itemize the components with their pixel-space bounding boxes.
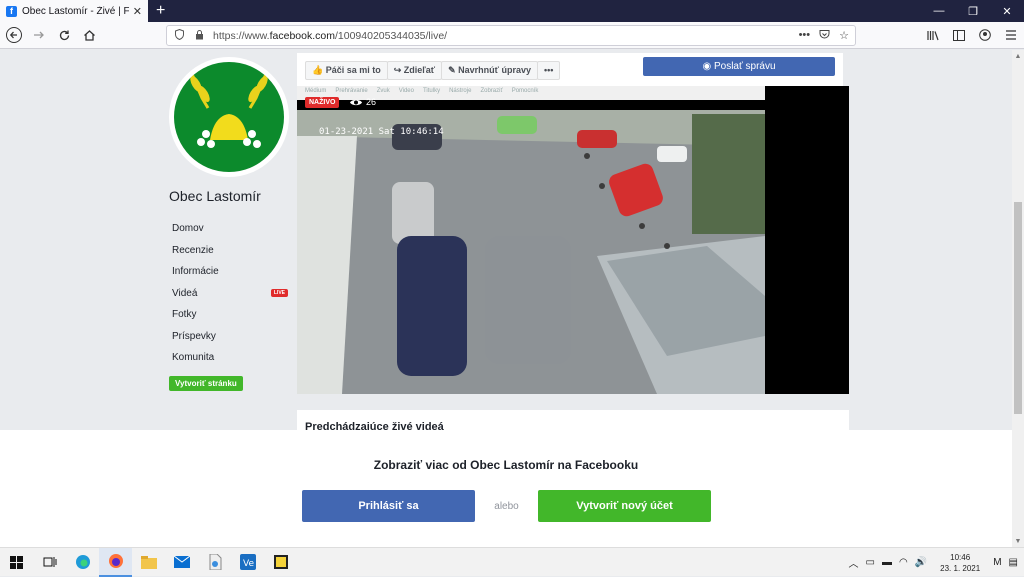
menu-item-pomocnik[interactable]: Pomocník: [512, 88, 539, 98]
tray-expand-icon[interactable]: ︿: [849, 555, 859, 570]
sidebar-icon[interactable]: [950, 25, 968, 45]
or-separator: alebo: [475, 490, 538, 522]
volume-icon[interactable]: 🔊: [915, 557, 927, 568]
scroll-down-icon[interactable]: ▼: [1012, 535, 1024, 547]
thumbs-up-icon: 👍: [312, 65, 326, 76]
live-badge: LIVE: [271, 289, 288, 297]
device-icon[interactable]: ▭: [866, 557, 875, 568]
menu-item-nastroje[interactable]: Nástroje: [449, 88, 471, 98]
edge-icon[interactable]: [66, 548, 99, 577]
gmail-tray-icon[interactable]: M: [993, 557, 1001, 568]
taskbar: Ve ︿ ▭ ▬ ◠ 🔊 10:46 23. 1. 2021 M ▤: [0, 547, 1024, 576]
account-icon[interactable]: [976, 25, 994, 45]
login-prompt-title: Zobraziť viac od Obec Lastomír na Facebo…: [0, 458, 1012, 472]
live-video-player[interactable]: Médium Prehrávanie Zvuk Video Titulky Ná…: [297, 86, 849, 394]
share-button[interactable]: ↪ Zdieľať: [387, 61, 442, 80]
lock-icon[interactable]: [191, 29, 207, 43]
library-icon[interactable]: [924, 25, 942, 45]
suggest-edits-button[interactable]: ✎ Navrhnúť úpravy: [441, 61, 538, 80]
reload-icon: [58, 29, 71, 42]
home-button[interactable]: [78, 24, 100, 46]
forward-arrow-icon: [32, 28, 46, 42]
pencil-icon: ✎: [448, 65, 458, 76]
sidebar-item-domov[interactable]: Domov: [172, 218, 288, 240]
back-arrow-icon: [6, 27, 22, 43]
menu-hamburger-icon[interactable]: [1002, 25, 1020, 45]
minimize-button[interactable]: —: [922, 0, 956, 22]
sidebar-item-recenzie[interactable]: Recenzie: [172, 240, 288, 262]
login-button[interactable]: Prihlásiť sa: [302, 490, 475, 522]
clock[interactable]: 10:46 23. 1. 2021: [940, 552, 980, 574]
firefox-icon[interactable]: [99, 548, 132, 577]
coat-of-arms-icon: [174, 62, 284, 172]
sticky-notes-icon[interactable]: [264, 548, 297, 577]
facebook-favicon-icon: f: [6, 6, 17, 17]
camera-timestamp: 01-23-2021 Sat 10:46:14: [319, 127, 444, 137]
like-button[interactable]: 👍 Páči sa mi to: [305, 61, 388, 80]
share-arrow-icon: ↪: [394, 65, 404, 76]
clock-time: 10:46: [950, 553, 970, 562]
task-view-icon[interactable]: [33, 548, 66, 577]
sidebar-item-informacie[interactable]: Informácie: [172, 261, 288, 283]
app-icon-ve[interactable]: Ve: [231, 548, 264, 577]
tab-bar: f Obec Lastomír - Živé | Facebook ✕ + — …: [0, 0, 1024, 22]
live-status-badge: NAŽIVO: [305, 97, 339, 108]
send-message-button[interactable]: ◉ Poslať správu: [643, 57, 835, 76]
svg-text:Ve: Ve: [243, 559, 254, 569]
clock-date: 23. 1. 2021: [940, 564, 980, 573]
menu-item-titulky[interactable]: Titulky: [423, 88, 440, 98]
address-bar[interactable]: https://www.facebook.com/100940205344035…: [166, 25, 856, 46]
back-button[interactable]: [3, 24, 25, 46]
tab-title: Obec Lastomír - Živé | Facebook: [22, 6, 129, 17]
create-page-button[interactable]: Vytvoriť stránku: [169, 376, 243, 391]
menu-item-video[interactable]: Video: [399, 88, 414, 98]
page-name[interactable]: Obec Lastomír: [169, 188, 261, 204]
pocket-icon[interactable]: [819, 29, 830, 43]
shield-icon[interactable]: [171, 29, 187, 43]
page-action-bar: 👍 Páči sa mi to ↪ Zdieľať ✎ Navrhnúť úpr…: [297, 53, 843, 87]
wifi-icon[interactable]: ◠: [899, 557, 908, 568]
bookmark-star-icon[interactable]: ☆: [839, 29, 849, 43]
create-account-button[interactable]: Vytvoriť nový účet: [538, 490, 711, 522]
new-tab-button[interactable]: +: [156, 0, 165, 22]
login-prompt-overlay: Zobraziť viac od Obec Lastomír na Facebo…: [0, 430, 1012, 547]
battery-icon[interactable]: ▬: [882, 557, 892, 568]
sidebar-item-fotky[interactable]: Fotky: [172, 304, 288, 326]
forward-button[interactable]: [28, 24, 50, 46]
close-window-button[interactable]: ✕: [990, 0, 1024, 22]
viewer-count: 26: [349, 97, 376, 107]
page-scrollbar[interactable]: ▲ ▼: [1012, 50, 1024, 547]
paint-icon[interactable]: [198, 548, 231, 577]
window-controls: — ❐ ✕: [922, 0, 1024, 22]
sidebar-item-videa[interactable]: VideáLIVE: [172, 283, 288, 305]
start-button[interactable]: [0, 548, 33, 577]
restore-button[interactable]: ❐: [956, 0, 990, 22]
reload-button[interactable]: [53, 24, 75, 46]
notifications-icon[interactable]: ▤: [1009, 557, 1018, 568]
messenger-icon: ◉: [702, 61, 714, 72]
page-actions-icon[interactable]: •••: [799, 29, 811, 43]
system-tray: ︿ ▭ ▬ ◠ 🔊 10:46 23. 1. 2021 M ▤: [849, 548, 1024, 577]
sidebar-item-komunita[interactable]: Komunita: [172, 347, 288, 369]
more-options-button[interactable]: •••: [537, 61, 560, 80]
windows-logo-icon: [10, 556, 23, 569]
browser-tab[interactable]: f Obec Lastomír - Živé | Facebook ✕: [0, 0, 148, 22]
url-text: https://www.facebook.com/100940205344035…: [213, 30, 447, 42]
menu-item-zobrazit[interactable]: Zobraziť: [480, 88, 502, 98]
file-explorer-icon[interactable]: [132, 548, 165, 577]
facebook-page: Obec Lastomír Domov Recenzie Informácie …: [0, 50, 1012, 547]
menu-item-zvuk[interactable]: Zvuk: [377, 88, 390, 98]
sidebar-item-prispevky[interactable]: Príspevky: [172, 326, 288, 348]
navigation-bar: https://www.facebook.com/100940205344035…: [0, 22, 1024, 49]
scrollbar-thumb[interactable]: [1014, 202, 1022, 414]
close-tab-icon[interactable]: ✕: [133, 5, 142, 18]
mail-icon[interactable]: [165, 548, 198, 577]
page-navigation: Domov Recenzie Informácie VideáLIVE Fotk…: [172, 218, 288, 369]
page-profile-picture[interactable]: [169, 57, 289, 177]
home-icon: [83, 29, 96, 42]
scroll-up-icon[interactable]: ▲: [1012, 50, 1024, 62]
eye-icon: [349, 98, 363, 107]
